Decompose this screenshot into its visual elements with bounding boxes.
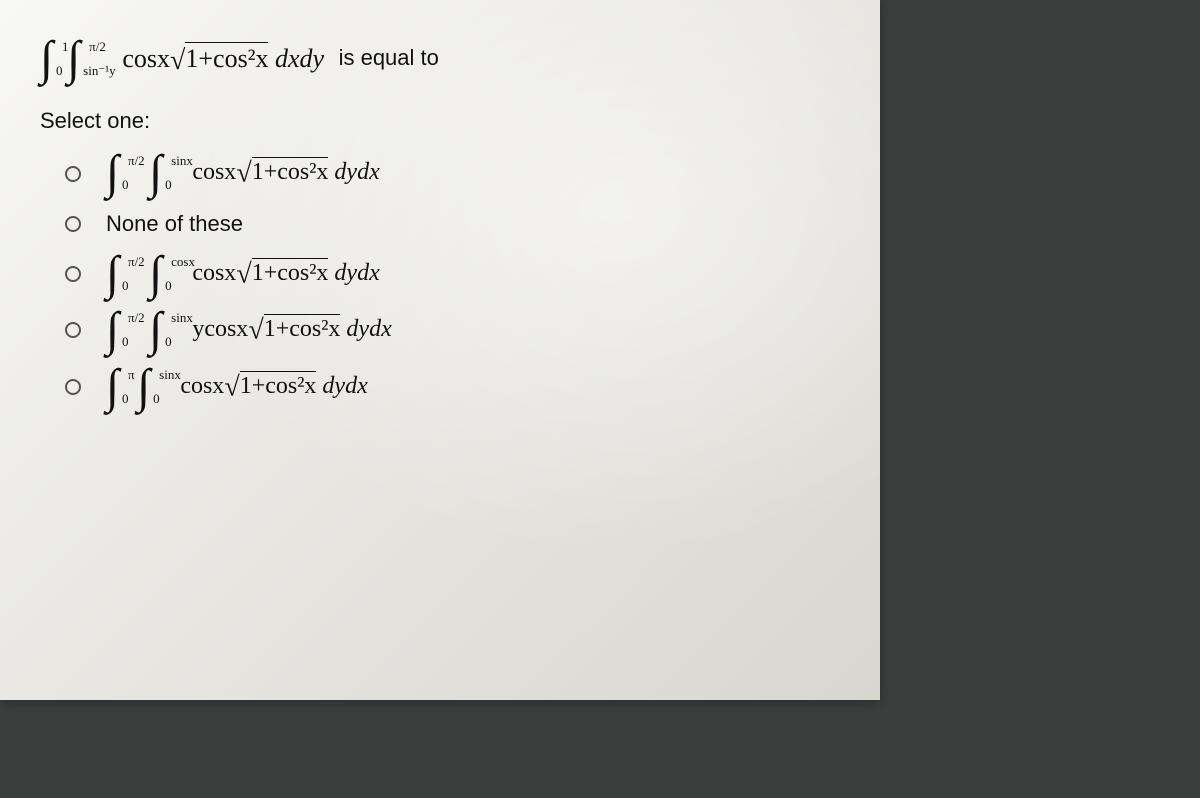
sqrt-content: 1+cos²x — [185, 42, 268, 74]
radio-icon[interactable] — [65, 379, 81, 395]
radio-icon[interactable] — [65, 216, 81, 232]
option-b-text: None of these — [106, 211, 243, 237]
question-tail: is equal to — [339, 45, 439, 70]
inner-lower: sin⁻¹y — [83, 66, 115, 76]
integral-outer: ∫ π/2 0 — [106, 311, 119, 349]
option-e-content: ∫ π 0 ∫ sinx 0 cosx√1+cos²x dydx — [106, 368, 368, 406]
integrand-prefix: cosx — [122, 44, 170, 73]
option-c-content: ∫ π/2 0 ∫ cosx 0 cosx√1+cos²x dydx — [106, 255, 380, 293]
integral-inner: ∫ sinx 0 — [149, 154, 162, 192]
question-card: ∫ 1 0 ∫ π/2 sin⁻¹y cosx√1+cos²x dxdy is … — [0, 0, 880, 700]
option-d-content: ∫ π/2 0 ∫ sinx 0 ycosx√1+cos²x dydx — [106, 311, 392, 349]
sqrt: √1+cos²x — [170, 42, 269, 77]
integral-inner: ∫ sinx 0 — [149, 311, 162, 349]
integral-outer: ∫ 1 0 — [40, 40, 53, 78]
integral-inner: ∫ sinx 0 — [137, 368, 150, 406]
integral-outer: ∫ π/2 0 — [106, 255, 119, 293]
radio-icon[interactable] — [65, 166, 81, 182]
integral-inner: ∫ cosx 0 — [149, 255, 162, 293]
inner-upper: π/2 — [89, 42, 106, 52]
integral-outer: ∫ π 0 — [106, 368, 119, 406]
integrand: cosx√1+cos²x dxdy — [122, 42, 324, 77]
outer-lower: 0 — [56, 66, 63, 76]
question-stem: ∫ 1 0 ∫ π/2 sin⁻¹y cosx√1+cos²x dxdy is … — [40, 40, 850, 78]
option-b[interactable]: None of these — [65, 211, 850, 237]
integral-inner: ∫ π/2 sin⁻¹y — [67, 40, 80, 78]
option-e[interactable]: ∫ π 0 ∫ sinx 0 cosx√1+cos²x dydx — [65, 368, 850, 406]
option-c[interactable]: ∫ π/2 0 ∫ cosx 0 cosx√1+cos²x dydx — [65, 255, 850, 293]
select-one-prompt: Select one: — [40, 108, 850, 134]
integral-outer: ∫ π/2 0 — [106, 154, 119, 192]
option-d[interactable]: ∫ π/2 0 ∫ sinx 0 ycosx√1+cos²x dydx — [65, 311, 850, 349]
radio-icon[interactable] — [65, 322, 81, 338]
radio-icon[interactable] — [65, 266, 81, 282]
option-a-content: ∫ π/2 0 ∫ sinx 0 cosx√1+cos²x dydx — [106, 154, 380, 192]
differentials: dxdy — [275, 44, 324, 73]
option-a[interactable]: ∫ π/2 0 ∫ sinx 0 cosx√1+cos²x dydx — [65, 154, 850, 192]
double-integral: ∫ 1 0 ∫ π/2 sin⁻¹y cosx√1+cos²x dxdy — [40, 40, 324, 78]
